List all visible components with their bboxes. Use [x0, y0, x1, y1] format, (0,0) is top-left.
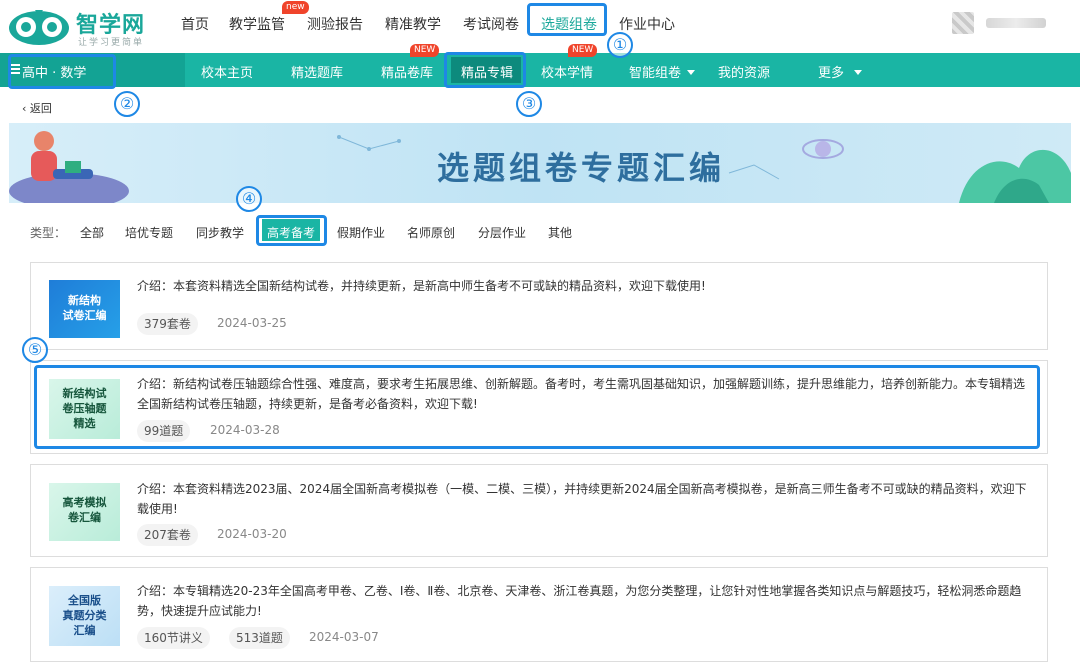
- callout-number: ⑤: [22, 337, 48, 363]
- album-card[interactable]: 高考模拟 卷汇编 介绍：本套资料精选2023届、2024届全国新高考模拟卷（一模…: [30, 464, 1048, 557]
- tab-more[interactable]: 更多: [818, 62, 863, 81]
- banner-title: 选题组卷专题汇编: [437, 149, 726, 187]
- owl-logo-icon: [9, 10, 69, 45]
- filter-tiered-homework[interactable]: 分层作业: [478, 224, 526, 241]
- username-blurred: [986, 18, 1046, 28]
- callout-box-premium-albums: [444, 52, 526, 88]
- top-nav-homework-center[interactable]: 作业中心: [619, 14, 675, 34]
- album-cover: 全国版 真题分类 汇编: [49, 586, 120, 646]
- topic-banner: 选题组卷专题汇编: [9, 123, 1071, 203]
- back-link[interactable]: ‹ 返回: [22, 100, 52, 116]
- filter-advanced-topics[interactable]: 培优专题: [125, 224, 173, 241]
- callout-number: ③: [516, 91, 542, 117]
- top-nav-exam-marking[interactable]: 考试阅卷: [463, 14, 519, 34]
- filter-sync-teaching[interactable]: 同步教学: [196, 224, 244, 241]
- brand-logo[interactable]: 智学网 让学习更简单: [8, 4, 168, 48]
- album-card[interactable]: 全国版 真题分类 汇编 介绍：本专辑精选20-23年全国高考甲卷、乙卷、Ⅰ卷、Ⅱ…: [30, 567, 1048, 662]
- album-count-tag: 160节讲义: [137, 627, 210, 649]
- filter-label: 类型：: [30, 226, 67, 240]
- tab-smart-paper-label: 智能组卷: [629, 66, 682, 81]
- album-description: 介绍：本套资料精选全国新结构试卷，并持续更新，是新高中师生备考不可或缺的精品资料…: [137, 279, 706, 293]
- chevron-left-icon: ‹: [22, 102, 30, 115]
- callout-box-album-card: [34, 365, 1040, 449]
- secondary-nav: 高中 · 数学 校本主页 精选题库 精品卷库 NEW 精品专辑 校本学情 NEW…: [0, 44, 1080, 87]
- avatar: [952, 12, 974, 34]
- new-badge: new: [282, 1, 309, 14]
- top-nav-teaching-supervision[interactable]: 教学监管: [229, 14, 285, 34]
- album-card[interactable]: 新结构 试卷汇编 介绍：本套资料精选全国新结构试卷，并持续更新，是新高中师生备考…: [30, 262, 1048, 350]
- tab-smart-paper[interactable]: 智能组卷: [629, 62, 696, 81]
- filter-all[interactable]: 全部: [80, 224, 104, 241]
- caret-down-icon: [687, 70, 696, 75]
- top-nav-home[interactable]: 首页: [181, 14, 209, 34]
- brand-slogan: 让学习更简单: [78, 38, 145, 48]
- album-description: 介绍：本专辑精选20-23年全国高考甲卷、乙卷、Ⅰ卷、Ⅱ卷、北京卷、天津卷、浙江…: [137, 584, 1022, 618]
- callout-number: ②: [114, 91, 140, 117]
- top-nav-quiz-report[interactable]: 测验报告: [307, 14, 363, 34]
- tab-more-label: 更多: [818, 66, 845, 81]
- tab-paper-library[interactable]: 精品卷库: [381, 62, 433, 81]
- album-count-tag: 513道题: [229, 627, 290, 649]
- callout-box-question-paper: [527, 3, 607, 36]
- tab-question-bank[interactable]: 精选题库: [291, 62, 343, 81]
- filter-teacher-original[interactable]: 名师原创: [407, 224, 455, 241]
- new-badge: NEW: [568, 44, 598, 57]
- user-menu[interactable]: [952, 12, 1052, 36]
- callout-box-gaokao-filter: [256, 215, 327, 246]
- album-date: 2024-03-25: [217, 316, 287, 330]
- album-count-tag: 207套卷: [137, 524, 198, 546]
- caret-down-icon: [854, 70, 863, 75]
- album-date: 2024-03-20: [217, 527, 287, 541]
- album-cover: 高考模拟 卷汇编: [49, 483, 120, 541]
- new-badge: NEW: [410, 44, 440, 57]
- tab-my-resources[interactable]: 我的资源: [718, 62, 770, 81]
- album-description: 介绍：本套资料精选2023届、2024届全国新高考模拟卷（一模、二模、三模），并…: [137, 482, 1027, 516]
- album-count-tag: 379套卷: [137, 313, 198, 335]
- tab-school-analytics[interactable]: 校本学情: [541, 62, 593, 81]
- callout-box-stage: [8, 54, 116, 89]
- top-nav-precision-teaching[interactable]: 精准教学: [385, 14, 441, 34]
- callout-number: ①: [607, 32, 633, 58]
- callout-number: ④: [236, 186, 262, 212]
- filter-holiday-homework[interactable]: 假期作业: [337, 224, 385, 241]
- album-date: 2024-03-07: [309, 630, 379, 644]
- back-label: 返回: [29, 102, 52, 115]
- album-cover: 新结构 试卷汇编: [49, 280, 120, 338]
- tab-school-home[interactable]: 校本主页: [201, 62, 253, 81]
- filter-other[interactable]: 其他: [548, 224, 572, 241]
